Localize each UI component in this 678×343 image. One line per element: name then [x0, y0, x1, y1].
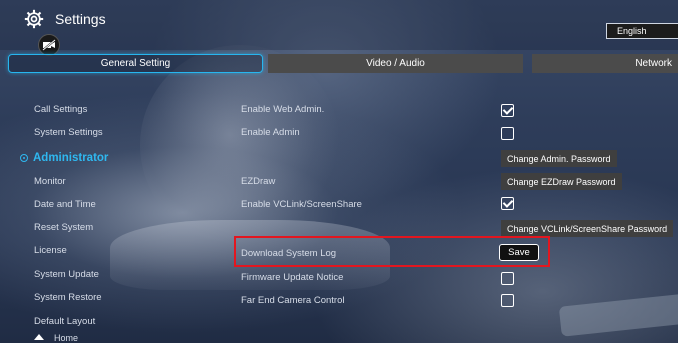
sidebar-item-administrator[interactable]: Administrator [20, 152, 108, 164]
tab-label: Video / Audio [366, 58, 425, 69]
label-enable-web-admin: Enable Web Admin. [241, 104, 325, 115]
label-enable-admin: Enable Admin [241, 127, 300, 138]
sidebar-item-date-and-time[interactable]: Date and Time [34, 199, 96, 210]
radio-selected-icon [20, 154, 28, 162]
sidebar-item-call-settings[interactable]: Call Settings [34, 104, 87, 115]
tab-label: Network [635, 58, 672, 69]
settings-screen: Settings English General Setting Video /… [0, 0, 678, 343]
label-far-end-camera-control: Far End Camera Control [241, 295, 345, 306]
sidebar-item-default-layout[interactable]: Default Layout [34, 316, 95, 327]
change-vclink-password-button[interactable]: Change VCLink/ScreenShare Password [501, 220, 674, 237]
sidebar-item-system-restore[interactable]: System Restore [34, 292, 102, 303]
background-camera-dome [140, 45, 340, 245]
far-end-camera-control-checkbox[interactable] [501, 294, 514, 307]
change-admin-password-button[interactable]: Change Admin. Password [501, 150, 617, 167]
enable-admin-checkbox[interactable] [501, 127, 514, 140]
sidebar-item-system-update[interactable]: System Update [34, 269, 99, 280]
label-firmware-update-notice: Firmware Update Notice [241, 272, 344, 283]
home-label: Home [54, 333, 79, 343]
change-ezdraw-password-button[interactable]: Change EZDraw Password [501, 173, 622, 190]
background-remote [558, 293, 678, 337]
tab-general-setting[interactable]: General Setting [8, 54, 263, 73]
home-link[interactable]: Home [34, 333, 78, 343]
tab-label: General Setting [100, 58, 171, 69]
language-select[interactable]: English [606, 23, 678, 39]
sidebar-item-license[interactable]: License [34, 245, 67, 256]
sidebar-item-monitor[interactable]: Monitor [34, 176, 66, 187]
camera-off-icon[interactable] [38, 34, 60, 56]
enable-web-admin-checkbox[interactable] [501, 104, 514, 117]
app-title: Settings [55, 11, 106, 27]
enable-vclink-checkbox[interactable] [501, 197, 514, 210]
tab-network[interactable]: Network [532, 54, 678, 73]
sidebar-item-system-settings[interactable]: System Settings [34, 127, 103, 138]
firmware-update-notice-checkbox[interactable] [501, 272, 514, 285]
tab-video-audio[interactable]: Video / Audio [268, 54, 523, 73]
gear-icon[interactable] [24, 9, 44, 29]
label-enable-vclink: Enable VCLink/ScreenShare [241, 199, 362, 210]
home-icon [34, 334, 44, 340]
highlight-annotation-box [234, 236, 550, 267]
sidebar-item-label: Administrator [33, 152, 109, 164]
label-ezdraw: EZDraw [241, 176, 276, 187]
sidebar-item-reset-system[interactable]: Reset System [34, 222, 93, 233]
